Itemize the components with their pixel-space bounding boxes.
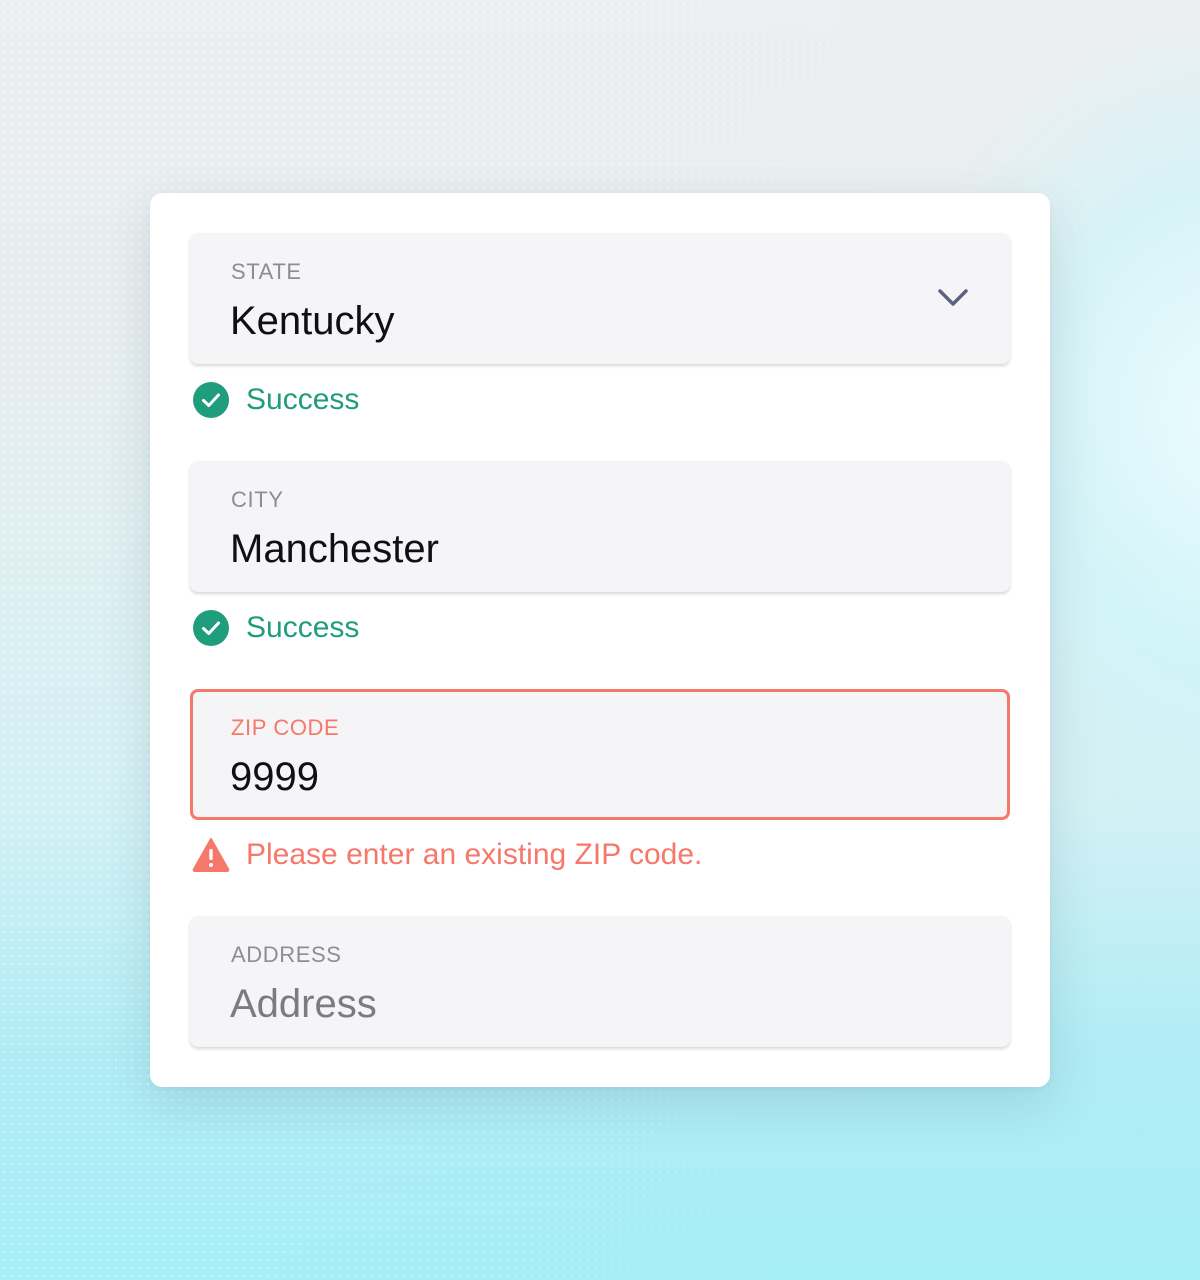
state-select[interactable]: STATE Kentucky [190, 233, 1010, 364]
zip-code-field[interactable]: ZIP CODE 9999 [190, 689, 1010, 820]
city-input[interactable]: Manchester [230, 527, 439, 571]
zip-code-error-text: Please enter an existing ZIP code. [246, 838, 703, 871]
check-circle-icon [193, 382, 229, 418]
city-status: Success [192, 608, 359, 648]
zip-code-label: ZIP CODE [231, 715, 340, 740]
address-form-card: STATE Kentucky Success CITY Manchester S… [150, 193, 1050, 1087]
city-status-text: Success [246, 611, 360, 644]
chevron-down-icon[interactable] [936, 285, 970, 309]
zip-code-error: Please enter an existing ZIP code. [192, 835, 702, 875]
city-field[interactable]: CITY Manchester [190, 461, 1010, 592]
warning-triangle-icon [192, 838, 230, 872]
zip-code-input[interactable]: 9999 [230, 755, 319, 799]
state-value: Kentucky [230, 299, 395, 343]
address-input[interactable]: Address [230, 982, 377, 1026]
address-field[interactable]: ADDRESS Address [190, 916, 1010, 1047]
check-circle-icon [193, 610, 229, 646]
state-label: STATE [231, 259, 302, 284]
city-label: CITY [231, 487, 284, 512]
state-status: Success [192, 380, 359, 420]
state-status-text: Success [246, 383, 360, 416]
address-label: ADDRESS [231, 942, 342, 967]
